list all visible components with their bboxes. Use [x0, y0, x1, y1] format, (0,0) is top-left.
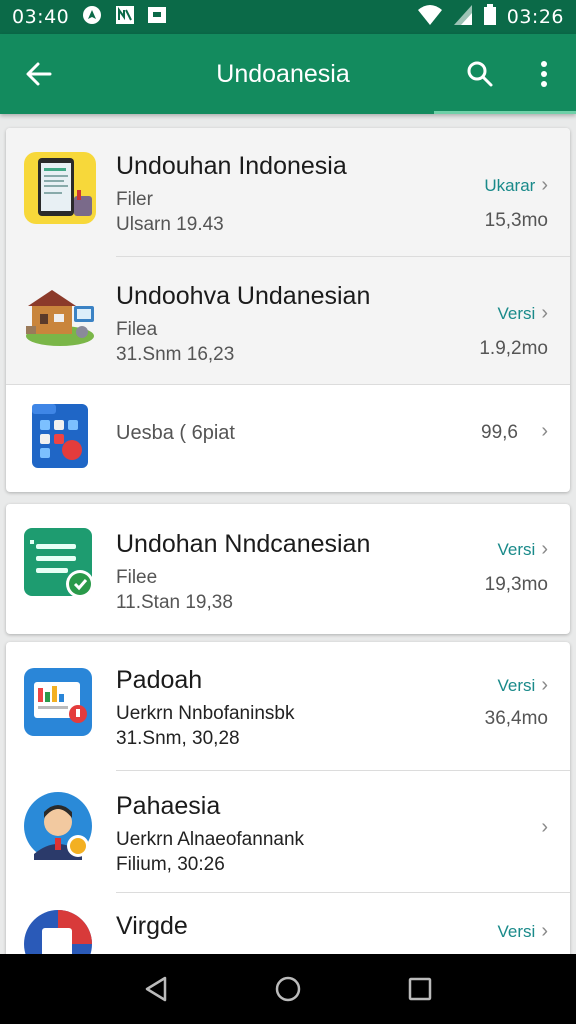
notification-icon	[115, 5, 135, 29]
app-category: Filer	[116, 189, 153, 210]
version-link-label: Ukarar	[484, 175, 536, 195]
app-category: Filea	[116, 319, 158, 340]
wifi-icon	[417, 4, 443, 31]
card-group-1: Undouhan Indonesia Filer Ulsarn 19.43 Uk…	[6, 128, 570, 492]
nav-home-button[interactable]	[268, 969, 308, 1009]
app-name: Undoohva Undanesian	[116, 282, 371, 310]
battery-icon	[483, 3, 497, 31]
more-vert-icon	[541, 61, 547, 87]
app-list: Undouhan Indonesia Filer Ulsarn 19.43 Uk…	[0, 114, 576, 954]
system-nav-bar	[0, 954, 576, 1024]
card-group-2: Undohan Nndcanesian Filee 11.Stan 19,38 …	[6, 504, 570, 634]
recents-square-icon	[408, 977, 432, 1001]
list-item[interactable]: Undouhan Indonesia Filer Ulsarn 19.43 Uk…	[6, 128, 570, 256]
app-developer: Uerkrn Alnaeofannank	[116, 829, 305, 850]
green-document-icon	[22, 526, 98, 602]
open-chevron[interactable]: ›	[541, 816, 548, 839]
red-blue-app-icon	[22, 908, 98, 954]
list-item[interactable]: Padoah Uerkrn Nnbofaninsbk 31.Snm, 30,28…	[6, 642, 570, 770]
list-item[interactable]: Undohan Nndcanesian Filee 11.Stan 19,38 …	[6, 504, 570, 634]
version-link[interactable]: Versi ›	[498, 674, 548, 697]
app-size: 15,3mo	[484, 210, 548, 231]
chevron-right-icon: ›	[541, 816, 548, 838]
open-chevron[interactable]: ›	[541, 420, 548, 443]
house-illustration-icon	[22, 276, 98, 352]
app-category: Filee	[116, 567, 158, 588]
app-name: Virgde	[116, 912, 188, 940]
version-link[interactable]: Versi ›	[498, 538, 548, 561]
chevron-right-icon: ›	[541, 302, 548, 324]
list-item[interactable]: Pahaesia Uerkrn Alnaeofannank Filium, 30…	[6, 770, 570, 892]
version-link-label: Versi	[497, 921, 536, 941]
version-link-label: Versi	[497, 675, 536, 695]
status-bar: 03:40 03:26	[0, 0, 576, 34]
version-link[interactable]: Versi ›	[498, 302, 548, 325]
app-meta: Ulsarn 19.43	[116, 214, 224, 235]
app-meta: 11.Stan 19,38	[116, 592, 233, 613]
card-group-3: Padoah Uerkrn Nnbofaninsbk 31.Snm, 30,28…	[6, 642, 570, 954]
avatar-boy-icon	[22, 790, 98, 866]
chevron-right-icon: ›	[541, 538, 548, 560]
app-name: Padoah	[116, 666, 203, 694]
app-meta: Filium, 30:26	[116, 854, 225, 875]
chevron-right-icon: ›	[541, 420, 548, 442]
app-name: Undouhan Indonesia	[116, 152, 347, 180]
app-size: 19,3mo	[484, 574, 548, 595]
tablet-document-icon	[22, 150, 98, 226]
nav-recents-button[interactable]	[400, 969, 440, 1009]
status-time-left: 03:40	[12, 6, 70, 28]
chevron-right-icon: ›	[541, 674, 548, 696]
status-time-right: 03:26	[506, 6, 564, 28]
list-item[interactable]: Uesba ( 6piat 99,6 ›	[6, 384, 570, 492]
search-icon	[467, 61, 493, 87]
list-item[interactable]: Undoohva Undanesian Filea 31.Snm 16,23 V…	[6, 256, 570, 384]
blue-apps-folder-icon	[22, 398, 98, 474]
app-meta: 31.Snm, 30,28	[116, 728, 240, 749]
navigation-icon	[81, 4, 103, 30]
list-item[interactable]: Virgde Versi ›	[6, 892, 570, 954]
version-link-label: Versi	[497, 303, 536, 323]
app-developer: Uerkrn Nnbofaninsbk	[116, 703, 295, 724]
app-name: Pahaesia	[116, 792, 221, 820]
chevron-right-icon: ›	[541, 920, 548, 942]
chevron-right-icon: ›	[541, 174, 548, 196]
back-arrow-icon	[26, 62, 52, 86]
search-button[interactable]	[448, 34, 512, 114]
back-triangle-icon	[145, 976, 167, 1002]
back-button[interactable]	[0, 34, 78, 114]
image-icon	[147, 6, 167, 28]
more-options-button[interactable]	[512, 34, 576, 114]
home-circle-icon	[275, 976, 301, 1002]
nav-back-button[interactable]	[136, 969, 176, 1009]
app-meta: 31.Snm 16,23	[116, 344, 235, 365]
blue-chart-app-icon	[22, 666, 98, 742]
page-title: Undoanesia	[216, 59, 350, 88]
app-name: Uesba ( 6piat	[116, 422, 235, 444]
version-link[interactable]: Ukarar ›	[484, 174, 548, 197]
version-link-label: Versi	[497, 539, 536, 559]
app-bar: Undoanesia	[0, 34, 576, 114]
app-name: Undohan Nndcanesian	[116, 530, 371, 558]
signal-icon	[453, 4, 473, 31]
version-link[interactable]: Versi ›	[498, 920, 548, 943]
app-size: 99,6	[481, 422, 518, 443]
app-size: 36,4mo	[484, 708, 548, 729]
app-size: 1.9,2mo	[479, 338, 548, 359]
